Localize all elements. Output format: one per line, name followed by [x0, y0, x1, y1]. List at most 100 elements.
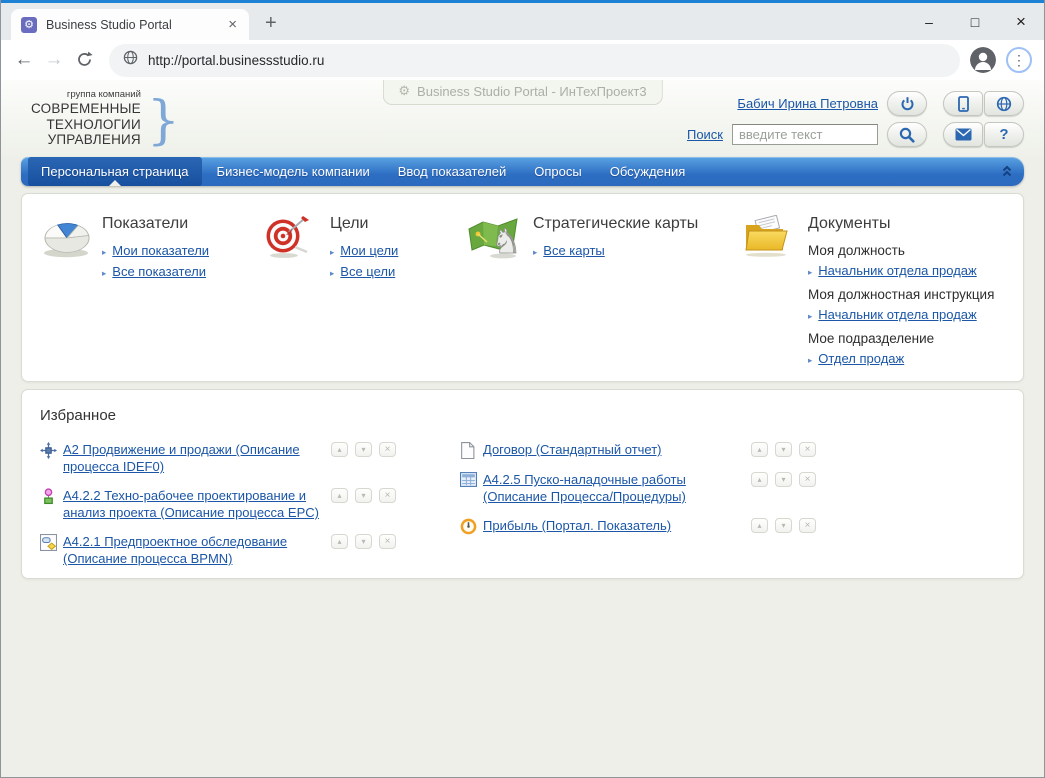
url-bar[interactable]: http://portal.businessstudio.ru — [109, 44, 960, 77]
bullet-icon: ▸ — [808, 355, 812, 366]
window-controls: – □ × — [906, 3, 1044, 40]
section-documents: Документы Моя должность ▸Начальник отдел… — [742, 213, 1005, 362]
globe-icon — [996, 96, 1012, 112]
link-my-department[interactable]: Отдел продаж — [818, 351, 904, 366]
remove-button[interactable]: × — [379, 488, 396, 503]
doc-group-label: Мое подразделение — [808, 331, 994, 346]
report-icon — [460, 442, 477, 459]
favorites-panel: Избранное — [21, 389, 1024, 579]
section-indicators: Показатели ▸Мои показатели ▸Все показате… — [40, 213, 264, 362]
favorite-link[interactable]: А2 Продвижение и продажи (Описание проце… — [63, 441, 331, 475]
remove-button[interactable]: × — [379, 534, 396, 549]
browser-menu-icon[interactable]: ⋮ — [1006, 47, 1032, 73]
main-navigation: Персональная страница Бизнес-модель комп… — [21, 157, 1024, 186]
favorite-item: Договор (Стандартный отчет) ▴ ▾ × — [460, 441, 816, 459]
favorite-link[interactable]: А4.2.1 Предпроектное обследование (Описа… — [63, 533, 331, 567]
logo-caption: группа компаний — [31, 89, 141, 100]
language-globe-button[interactable] — [984, 91, 1024, 116]
favorite-item: А4.2.5 Пуско-наладочные работы (Описание… — [460, 471, 816, 505]
close-button[interactable]: × — [998, 3, 1044, 40]
favorite-link[interactable]: Прибыль (Портал. Показатель) — [483, 517, 751, 534]
link-my-indicators[interactable]: Мои показатели — [112, 243, 209, 258]
target-icon — [264, 215, 310, 264]
tab-business-model[interactable]: Бизнес-модель компании — [204, 157, 383, 186]
move-up-button[interactable]: ▴ — [331, 534, 348, 549]
mobile-version-button[interactable] — [943, 91, 983, 116]
header-controls: Бабич Ирина Петровна П — [687, 91, 1024, 147]
favicon-gear-icon: ⚙ — [21, 17, 37, 33]
back-icon[interactable]: ← — [9, 45, 39, 75]
help-button[interactable]: ? — [984, 122, 1024, 147]
new-tab-button[interactable]: + — [265, 12, 277, 35]
favorite-link[interactable]: А4.2.5 Пуско-наладочные работы (Описание… — [483, 471, 751, 505]
tab-indicator-input[interactable]: Ввод показателей — [385, 157, 520, 186]
bullet-icon: ▸ — [808, 267, 812, 278]
browser-tab-title: Business Studio Portal — [46, 18, 224, 32]
move-down-button[interactable]: ▾ — [775, 518, 792, 533]
profile-avatar[interactable] — [970, 47, 996, 73]
remove-button[interactable]: × — [379, 442, 396, 457]
favorite-link[interactable]: Договор (Стандартный отчет) — [483, 441, 751, 458]
reload-icon[interactable] — [69, 45, 99, 75]
maximize-button[interactable]: □ — [952, 3, 998, 40]
link-all-indicators[interactable]: Все показатели — [112, 264, 206, 279]
logo-line: ТЕХНОЛОГИИ — [31, 117, 141, 133]
mail-icon — [955, 128, 972, 141]
question-icon: ? — [999, 126, 1008, 143]
remove-button[interactable]: × — [799, 472, 816, 487]
portal-header: группа компаний СОВРЕМЕННЫЕ ТЕХНОЛОГИИ У… — [1, 80, 1044, 157]
move-up-button[interactable]: ▴ — [331, 442, 348, 457]
move-up-button[interactable]: ▴ — [751, 518, 768, 533]
doc-group-label: Моя должность — [808, 243, 994, 258]
folder-icon — [742, 215, 790, 262]
tab-discussions[interactable]: Обсуждения — [597, 157, 699, 186]
search-link[interactable]: Поиск — [687, 127, 723, 142]
link-my-goals[interactable]: Мои цели — [340, 243, 398, 258]
section-title: Стратегические карты — [533, 215, 698, 233]
favorite-item: А2 Продвижение и продажи (Описание проце… — [40, 441, 396, 475]
tab-close-icon[interactable]: × — [224, 16, 241, 33]
bullet-icon: ▸ — [330, 268, 334, 279]
favorites-right-column: Договор (Стандартный отчет) ▴ ▾ × — [460, 441, 816, 567]
bullet-icon: ▸ — [330, 247, 334, 258]
move-down-button[interactable]: ▾ — [355, 442, 372, 457]
url-text: http://portal.businessstudio.ru — [148, 53, 324, 68]
search-button[interactable] — [887, 122, 927, 147]
move-up-button[interactable]: ▴ — [751, 472, 768, 487]
portal-gear-icon: ⚙ — [398, 83, 410, 99]
link-all-goals[interactable]: Все цели — [340, 264, 395, 279]
mail-button[interactable] — [943, 122, 983, 147]
user-name-link[interactable]: Бабич Ирина Петровна — [737, 96, 878, 111]
knight-icon: ♞ — [491, 223, 521, 259]
collapse-chevrons-icon[interactable] — [1000, 164, 1014, 183]
sections-panel: Показатели ▸Мои показатели ▸Все показате… — [21, 193, 1024, 382]
link-my-position[interactable]: Начальник отдела продаж — [818, 263, 976, 278]
section-goals: Цели ▸ Мои цели ▸ Все цели — [264, 213, 467, 362]
logo-line: УПРАВЛЕНИЯ — [31, 132, 141, 148]
link-all-maps[interactable]: Все карты — [543, 243, 604, 258]
move-up-button[interactable]: ▴ — [331, 488, 348, 503]
favorite-link[interactable]: А4.2.2 Техно-рабочее проектирование и ан… — [63, 487, 331, 521]
move-down-button[interactable]: ▾ — [775, 472, 792, 487]
forward-icon[interactable]: → — [39, 45, 69, 75]
remove-button[interactable]: × — [799, 442, 816, 457]
move-down-button[interactable]: ▾ — [775, 442, 792, 457]
portal-title-tab: ⚙ Business Studio Portal - ИнТехПроект3 — [382, 80, 662, 105]
bullet-icon: ▸ — [102, 268, 106, 279]
section-title: Цели — [330, 215, 398, 233]
remove-button[interactable]: × — [799, 518, 816, 533]
link-job-description[interactable]: Начальник отдела продаж — [818, 307, 976, 322]
minimize-button[interactable]: – — [906, 3, 952, 40]
section-strategy-maps: ♞ Стратегические карты ▸ Все карты — [467, 213, 742, 362]
logout-power-button[interactable] — [887, 91, 927, 116]
search-input[interactable] — [732, 124, 878, 145]
move-down-button[interactable]: ▾ — [355, 534, 372, 549]
bullet-icon: ▸ — [533, 247, 537, 258]
browser-tab[interactable]: ⚙ Business Studio Portal × — [11, 9, 249, 40]
move-up-button[interactable]: ▴ — [751, 442, 768, 457]
tab-surveys[interactable]: Опросы — [521, 157, 594, 186]
strategy-map-icon: ♞ — [467, 215, 521, 264]
mobile-phone-icon — [957, 96, 970, 112]
move-down-button[interactable]: ▾ — [355, 488, 372, 503]
tab-personal-page[interactable]: Персональная страница — [28, 157, 202, 186]
